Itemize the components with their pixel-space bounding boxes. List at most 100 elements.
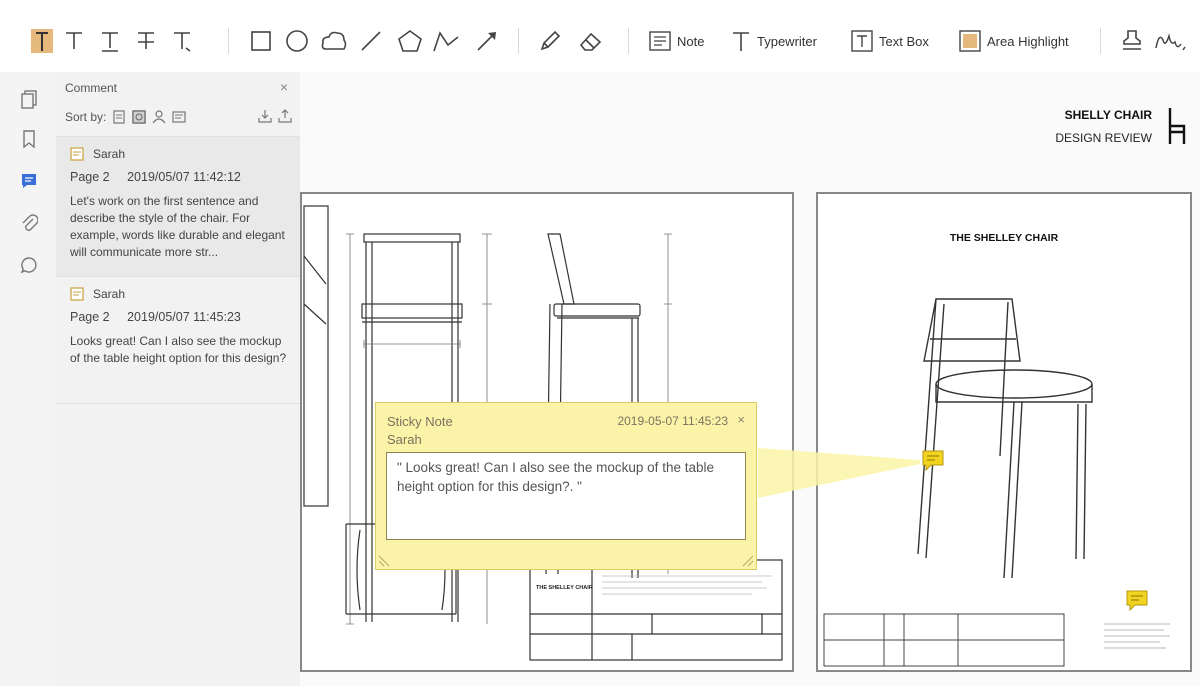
sort-bar: Sort by:	[65, 110, 186, 124]
eraser-tool[interactable]	[576, 26, 606, 56]
panel-close-button[interactable]: ×	[280, 79, 288, 95]
sort-by-time-button[interactable]	[132, 110, 147, 124]
resize-grip-left-icon[interactable]	[378, 553, 392, 567]
replace-text-tool[interactable]	[168, 26, 196, 56]
stamp-tool[interactable]	[1118, 26, 1146, 56]
sort-by-type-button[interactable]	[172, 110, 186, 124]
strikeout-tool[interactable]	[132, 26, 160, 56]
sort-by-page-button[interactable]	[112, 110, 126, 124]
pages-icon	[21, 90, 37, 109]
type-icon	[172, 111, 186, 123]
title-block-label: THE SHELLEY CHAIR	[536, 585, 593, 591]
comment-text: Looks great! Can I also see the mockup o…	[70, 334, 287, 365]
discussion-panel-button[interactable]	[18, 254, 40, 276]
chair-logo-icon	[1168, 108, 1186, 144]
speech-bubble-icon	[20, 257, 37, 274]
typewriter-icon	[733, 32, 749, 51]
note-marker-icon[interactable]	[1126, 590, 1148, 612]
bookmark-icon	[23, 130, 35, 149]
line-tool[interactable]	[358, 26, 384, 56]
toolbar-divider	[628, 28, 629, 54]
polygon-icon	[398, 30, 422, 52]
toolbar-divider	[518, 28, 519, 54]
highlight-text-tool[interactable]	[28, 26, 56, 56]
attachments-panel-button[interactable]	[18, 212, 40, 234]
toolbar-divider	[228, 28, 229, 54]
comment-panel: Comment × Sort by: Sarah Page 2 2019/05/…	[56, 72, 301, 686]
comment-timestamp: 2019/05/07 11:42:12	[127, 170, 241, 184]
line-icon	[361, 31, 381, 51]
signature-tool[interactable]	[1152, 26, 1188, 56]
area-highlight-icon	[959, 30, 981, 52]
sticky-note-close-button[interactable]: ×	[737, 412, 745, 427]
paperclip-icon	[22, 214, 38, 231]
page-icon	[113, 110, 125, 124]
highlight-text-icon	[31, 29, 53, 53]
author-icon	[152, 110, 166, 124]
document-header-subtitle: DESIGN REVIEW	[1055, 131, 1152, 145]
comments-panel-button[interactable]	[18, 170, 40, 192]
polygon-tool[interactable]	[396, 26, 424, 56]
toolbar-divider	[1100, 28, 1101, 54]
rectangle-tool[interactable]	[248, 26, 274, 56]
annotation-toolbar: Note Typewriter Text Box Area Highlight	[0, 0, 1200, 72]
comment-meta: Page 2 2019/05/07 11:45:23	[70, 310, 241, 324]
text-box-label: Text Box	[879, 33, 929, 49]
import-icon	[258, 110, 272, 123]
sticky-note-title: Sticky Note	[387, 414, 453, 429]
arrow-tool[interactable]	[474, 26, 500, 56]
comment-item[interactable]: Sarah Page 2 2019/05/07 11:45:23 Looks g…	[56, 276, 300, 404]
arrow-icon	[477, 32, 496, 51]
note-marker-icon-glyph	[922, 450, 944, 472]
comment-timestamp: 2019/05/07 11:45:23	[127, 310, 241, 324]
typewriter-label: Typewriter	[757, 33, 817, 49]
sticky-note-pointer	[758, 448, 920, 498]
comment-item[interactable]: Sarah Page 2 2019/05/07 11:42:12 Let's w…	[56, 136, 300, 277]
rectangle-icon	[251, 31, 271, 51]
comment-icon	[22, 174, 36, 188]
sticky-note-popup[interactable]: Sticky Note Sarah 2019-05-07 11:45:23 × …	[375, 402, 757, 570]
underline-tool[interactable]	[96, 26, 124, 56]
typewriter-tool[interactable]: Typewriter	[730, 26, 830, 56]
signature-icon	[1155, 33, 1186, 51]
pencil-tool[interactable]	[536, 26, 564, 56]
text-box-tool[interactable]: Text Box	[850, 26, 940, 56]
sticky-note-timestamp: 2019-05-07 11:45:23	[617, 414, 728, 428]
pages-panel-button[interactable]	[18, 88, 40, 110]
note-annotation-icon	[70, 287, 84, 301]
panel-actions	[252, 109, 292, 123]
pencil-icon	[540, 30, 561, 51]
bookmarks-panel-button[interactable]	[18, 128, 40, 150]
document-header-title: SHELLY CHAIR	[1064, 108, 1152, 122]
side-rail	[0, 72, 57, 686]
comment-page: Page 2	[70, 170, 110, 184]
resize-grip-right-icon[interactable]	[740, 553, 754, 567]
sort-by-author-button[interactable]	[152, 110, 166, 124]
eraser-icon	[579, 32, 602, 51]
underline-icon	[102, 32, 118, 52]
comment-author: Sarah	[70, 147, 125, 161]
area-highlight-tool[interactable]: Area Highlight	[958, 26, 1084, 56]
underline-squiggly-tool[interactable]	[60, 26, 88, 56]
cloud-tool[interactable]	[320, 26, 348, 56]
comment-text: Let's work on the first sentence and des…	[70, 194, 285, 259]
sticky-note-textarea[interactable]: " Looks great! Can I also see the mockup…	[386, 452, 746, 540]
sort-label: Sort by:	[65, 110, 107, 124]
comment-author-name: Sarah	[93, 147, 126, 161]
note-icon	[649, 31, 671, 51]
oval-icon	[286, 30, 308, 52]
replace-text-icon	[174, 32, 191, 52]
comment-author: Sarah	[70, 287, 125, 301]
oval-tool[interactable]	[284, 26, 310, 56]
comment-author-name: Sarah	[93, 287, 126, 301]
comment-page: Page 2	[70, 310, 110, 324]
import-comments-button[interactable]	[258, 109, 272, 123]
text-box-icon	[851, 30, 873, 52]
note-tool[interactable]: Note	[648, 26, 710, 56]
note-annotation-icon	[70, 147, 84, 161]
stamp-icon	[1123, 30, 1141, 50]
sticky-note-author: Sarah	[387, 432, 422, 447]
note-marker-icon-glyph	[1126, 590, 1148, 612]
export-comments-button[interactable]	[278, 109, 292, 123]
note-marker-icon[interactable]	[922, 450, 944, 472]
